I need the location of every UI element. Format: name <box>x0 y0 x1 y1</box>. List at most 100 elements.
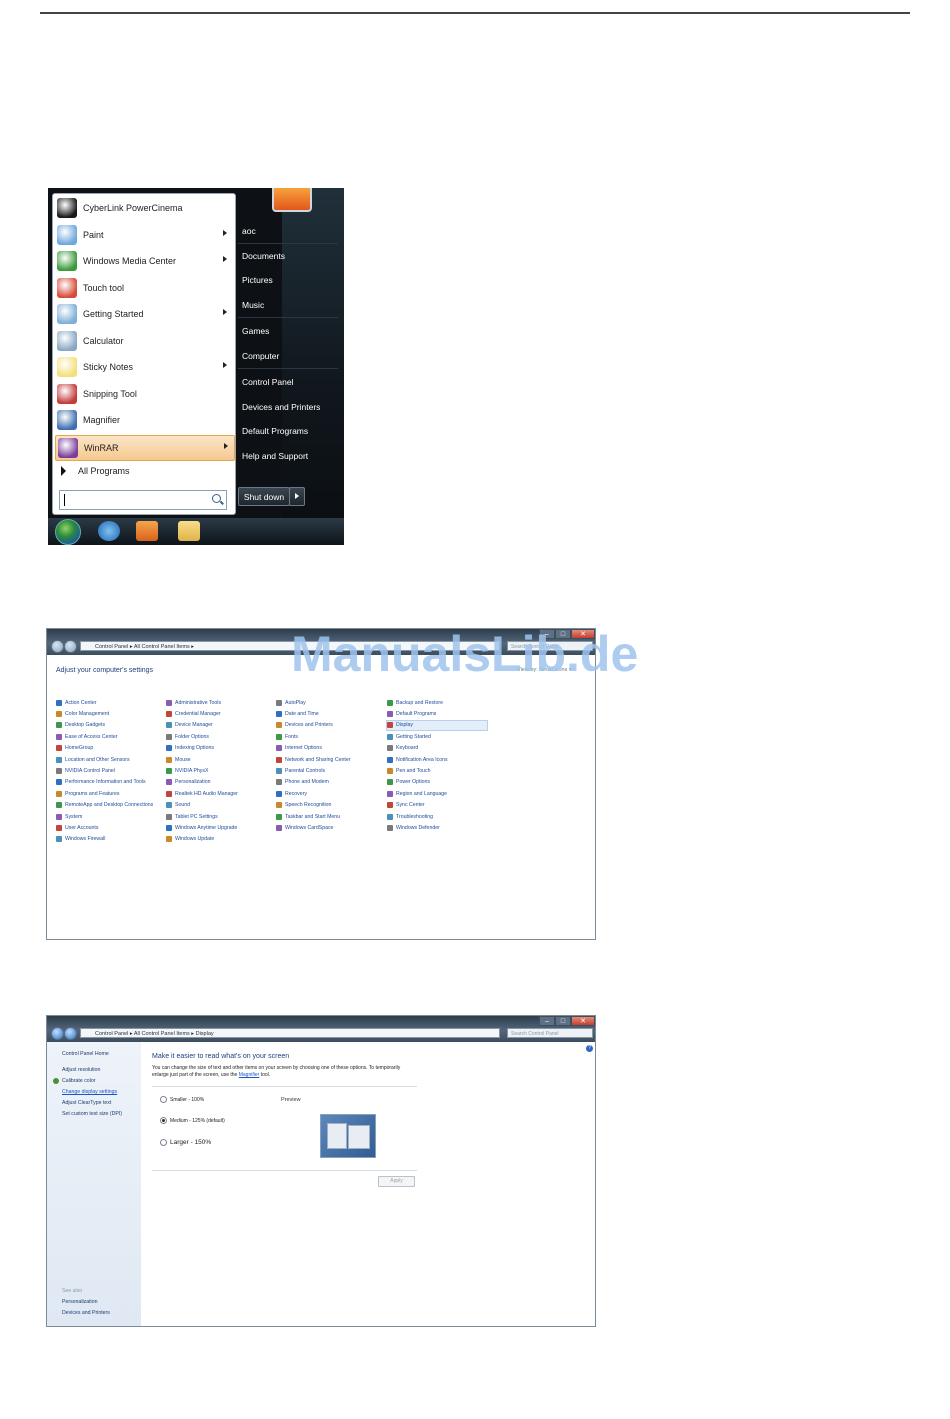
shutdown-button[interactable]: Shut down <box>238 487 290 506</box>
start-search-input[interactable] <box>59 490 227 510</box>
program-item[interactable]: Windows Media Center <box>55 249 233 273</box>
control-panel-item[interactable]: Default Programs <box>387 708 488 719</box>
control-panel-item[interactable]: Folder Options <box>166 731 238 742</box>
control-panel-item[interactable]: Ease of Access Center <box>56 731 153 742</box>
control-panel-item[interactable]: Internet Options <box>276 743 350 754</box>
start-right-item[interactable]: Documents <box>242 251 285 261</box>
control-panel-item[interactable]: Sound <box>166 800 238 811</box>
minimize-button[interactable]: – <box>539 1016 555 1026</box>
control-panel-item[interactable]: Mouse <box>166 754 238 765</box>
change-display-settings-link[interactable]: Change display settings <box>62 1089 117 1095</box>
all-programs-button[interactable]: All Programs <box>61 466 130 476</box>
control-panel-item[interactable]: Action Center <box>56 697 153 708</box>
control-panel-item[interactable]: Region and Language <box>387 788 488 799</box>
option-larger[interactable]: Larger - 150% <box>160 1139 211 1146</box>
start-right-item[interactable]: Control Panel <box>242 377 294 387</box>
option-smaller[interactable]: Smaller - 100% <box>160 1096 204 1103</box>
start-right-item[interactable]: Help and Support <box>242 451 308 461</box>
control-panel-item[interactable]: Windows CardSpace <box>276 822 350 833</box>
personalization-link[interactable]: Personalization <box>62 1299 97 1305</box>
control-panel-item[interactable]: NVIDIA Control Panel <box>56 765 153 776</box>
program-item[interactable]: Sticky Notes <box>55 355 233 379</box>
start-right-item[interactable]: Games <box>242 326 269 336</box>
start-right-item[interactable]: Computer <box>242 351 279 361</box>
control-panel-item[interactable]: Sync Center <box>387 800 488 811</box>
control-panel-item[interactable]: Windows Anytime Upgrade <box>166 822 238 833</box>
forward-button[interactable] <box>64 640 77 653</box>
control-panel-item[interactable]: Administrative Tools <box>166 697 238 708</box>
control-panel-item[interactable]: Personalization <box>166 777 238 788</box>
start-right-item[interactable]: Pictures <box>242 275 273 285</box>
program-item[interactable]: Getting Started <box>55 302 233 326</box>
devices-and-printers-link[interactable]: Devices and Printers <box>62 1310 110 1316</box>
start-orb-icon[interactable] <box>55 519 81 545</box>
chevron-right-icon[interactable] <box>223 229 227 236</box>
program-item[interactable]: Calculator <box>55 329 233 353</box>
radio-button[interactable] <box>160 1117 167 1124</box>
chevron-right-icon[interactable] <box>223 256 227 262</box>
program-item[interactable]: CyberLink PowerCinema <box>55 196 233 220</box>
control-panel-item[interactable]: Troubleshooting <box>387 811 488 822</box>
chevron-right-icon[interactable] <box>223 362 227 368</box>
control-panel-item[interactable]: Backup and Restore <box>387 697 488 708</box>
control-panel-item[interactable]: Power Options <box>387 777 488 788</box>
program-item[interactable]: Touch tool <box>55 276 233 300</box>
control-panel-item[interactable]: System <box>56 811 153 822</box>
start-right-item[interactable]: Default Programs <box>242 426 308 436</box>
control-panel-item[interactable]: AutoPlay <box>276 697 350 708</box>
control-panel-item[interactable]: Realtek HD Audio Manager <box>166 788 238 799</box>
control-panel-home-link[interactable]: Control Panel Home <box>62 1051 109 1057</box>
program-item[interactable]: WinRAR <box>55 434 235 461</box>
control-panel-item[interactable]: Windows Update <box>166 834 238 845</box>
control-panel-item[interactable]: Location and Other Sensors <box>56 754 153 765</box>
control-panel-item[interactable]: Desktop Gadgets <box>56 720 153 731</box>
control-panel-item[interactable]: Speech Recognition <box>276 800 350 811</box>
control-panel-item[interactable]: Notification Area Icons <box>387 754 488 765</box>
file-explorer-icon[interactable] <box>178 521 200 541</box>
control-panel-item[interactable]: Windows Defender <box>387 822 488 833</box>
forward-button[interactable] <box>64 1027 77 1040</box>
control-panel-item[interactable]: Display <box>386 719 488 732</box>
control-panel-item[interactable]: Keyboard <box>387 743 488 754</box>
control-panel-item[interactable]: Device Manager <box>166 720 238 731</box>
control-panel-item[interactable]: Color Management <box>56 708 153 719</box>
control-panel-item[interactable]: Devices and Printers <box>276 720 350 731</box>
magnifier-link[interactable]: Magnifier <box>239 1072 260 1078</box>
control-panel-item[interactable]: Windows Firewall <box>56 834 153 845</box>
control-panel-item[interactable]: Parental Controls <box>276 765 350 776</box>
control-panel-item[interactable]: Performance Information and Tools <box>56 777 153 788</box>
control-panel-item[interactable]: HomeGroup <box>56 743 153 754</box>
search-icon[interactable] <box>212 494 221 503</box>
control-panel-item[interactable]: User Accounts <box>56 822 153 833</box>
control-panel-item[interactable]: Date and Time <box>276 708 350 719</box>
start-right-item[interactable]: aoc <box>242 226 256 236</box>
user-picture[interactable] <box>272 188 312 212</box>
media-player-icon[interactable] <box>136 521 158 541</box>
address-bar[interactable]: Control Panel ▸ All Control Panel Items … <box>80 1028 500 1038</box>
control-panel-item[interactable]: RemoteApp and Desktop Connections <box>56 800 153 811</box>
chevron-right-icon[interactable] <box>224 442 228 449</box>
control-panel-item[interactable]: Recovery <box>276 788 350 799</box>
control-panel-item[interactable]: Credential Manager <box>166 708 238 719</box>
help-icon[interactable]: ? <box>586 1045 593 1052</box>
control-panel-item[interactable]: Taskbar and Start Menu <box>276 811 350 822</box>
adjust-resolution-link[interactable]: Adjust resolution <box>62 1067 100 1073</box>
control-panel-item[interactable]: Tablet PC Settings <box>166 811 238 822</box>
option-medium[interactable]: Medium - 125% (default) <box>160 1117 225 1124</box>
control-panel-item[interactable]: Programs and Features <box>56 788 153 799</box>
calibrate-color-link[interactable]: Calibrate color <box>62 1078 95 1084</box>
back-button[interactable] <box>51 1027 64 1040</box>
program-item[interactable]: Magnifier <box>55 408 233 432</box>
start-right-item[interactable]: Music <box>242 300 264 310</box>
back-button[interactable] <box>51 640 64 653</box>
apply-button[interactable]: Apply <box>378 1176 415 1187</box>
control-panel-item[interactable]: Fonts <box>276 731 350 742</box>
internet-explorer-icon[interactable] <box>98 521 120 541</box>
shutdown-options-button[interactable] <box>289 487 305 506</box>
chevron-right-icon[interactable] <box>223 309 227 315</box>
program-item[interactable]: Snipping Tool <box>55 382 233 406</box>
control-panel-item[interactable]: Indexing Options <box>166 743 238 754</box>
search-input[interactable]: Search Control Panel <box>507 1028 593 1038</box>
control-panel-item[interactable]: Getting Started <box>387 731 488 742</box>
close-button[interactable]: ✕ <box>571 1016 595 1026</box>
